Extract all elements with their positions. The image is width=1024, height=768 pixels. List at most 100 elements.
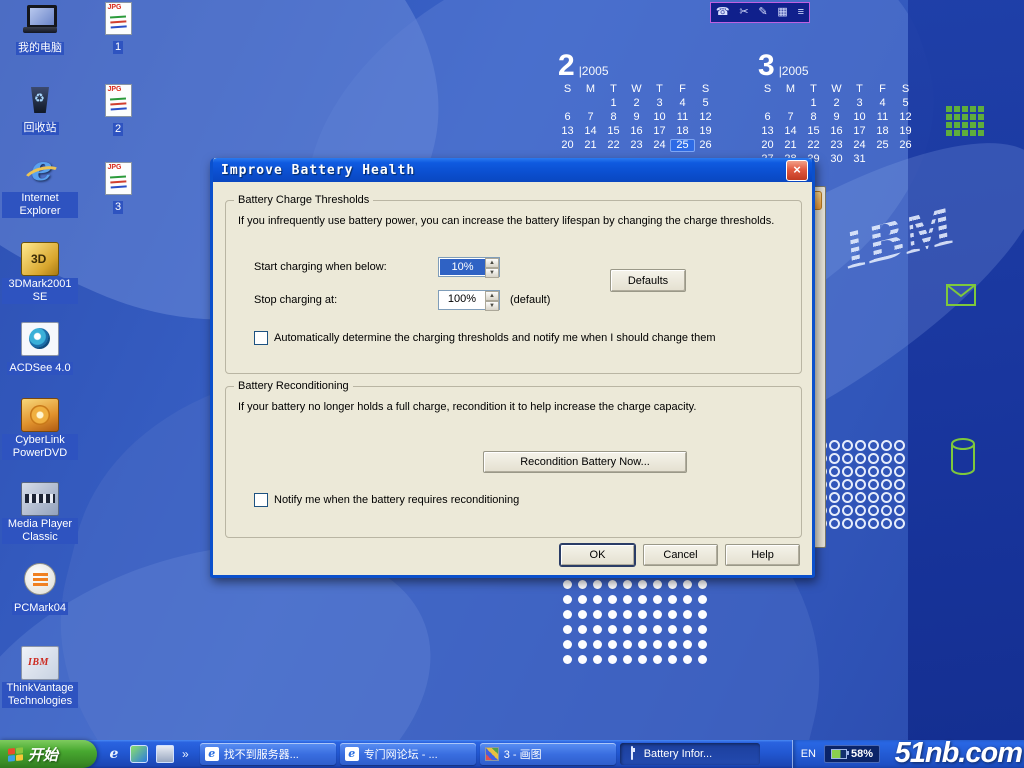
desktop-icon-jpg-3[interactable]: 3 bbox=[80, 162, 156, 215]
group-title: Battery Reconditioning bbox=[234, 380, 353, 393]
spin-down-icon[interactable]: ▼ bbox=[485, 268, 499, 278]
calendar-day: 2 bbox=[825, 98, 848, 109]
keypad-grid-icon bbox=[946, 106, 986, 138]
spinner-buttons: ▲▼ bbox=[485, 258, 499, 276]
calendar-day: 13 bbox=[556, 126, 579, 137]
desktop-icon-pcmark04[interactable]: PCMark04 bbox=[2, 562, 78, 616]
desktop: IBM ☎ ✂ ✎ ▦ ≡ 2|2005SMTWTFS1234567891011… bbox=[0, 0, 1024, 768]
pen-icon[interactable]: ✎ bbox=[758, 4, 767, 21]
capture-toolbar[interactable]: ☎ ✂ ✎ ▦ ≡ bbox=[710, 2, 810, 23]
spin-up-icon[interactable]: ▲ bbox=[485, 258, 499, 268]
calendar-day bbox=[779, 98, 802, 109]
desktop-icon-media-player-classic[interactable]: Media Player Classic bbox=[2, 482, 78, 545]
show-desktop-icon[interactable] bbox=[156, 745, 174, 763]
taskbar-window-label: 3 - 画图 bbox=[504, 746, 542, 762]
calendar-weekday-label: T bbox=[602, 84, 625, 95]
desktop-icon-label: Internet Explorer bbox=[2, 192, 78, 218]
calendar-day: 11 bbox=[871, 112, 894, 123]
thresholds-description: If you infrequently use battery power, y… bbox=[238, 215, 790, 227]
language-indicator[interactable]: EN bbox=[801, 748, 816, 760]
stop-charging-label: Stop charging at: bbox=[254, 294, 337, 306]
calendar-february-2005: 2|2005SMTWTFS123456789101112131415161718… bbox=[556, 52, 726, 151]
calendar-day: 21 bbox=[779, 140, 802, 151]
calendar-day bbox=[894, 154, 917, 165]
paint-icon bbox=[485, 747, 499, 761]
desktop-icon-jpg-2[interactable]: 2 bbox=[80, 84, 156, 137]
close-button[interactable]: × bbox=[786, 160, 808, 181]
calendar-day: 24 bbox=[848, 140, 871, 151]
dialog-titlebar[interactable]: Improve Battery Health × bbox=[213, 158, 812, 182]
desktop-icon-thinkvantage[interactable]: ThinkVantage Technologies bbox=[2, 646, 78, 709]
desktop-icon-3dmark2001[interactable]: 3DMark2001 SE bbox=[2, 242, 78, 305]
calendar-day: 16 bbox=[625, 126, 648, 137]
jpg-thumbnail-scribble bbox=[109, 175, 125, 178]
calendar-day: 6 bbox=[756, 112, 779, 123]
grid-icon[interactable]: ▦ bbox=[777, 4, 787, 21]
battery-reconditioning-group: Battery Reconditioning If your battery n… bbox=[225, 386, 802, 538]
calendar-day: 26 bbox=[894, 140, 917, 151]
calendar-weekday-label: S bbox=[694, 84, 717, 95]
notify-reconditioning-checkbox[interactable] bbox=[254, 493, 268, 507]
quick-launch: e » bbox=[97, 740, 198, 768]
recondition-battery-button[interactable]: Recondition Battery Now... bbox=[483, 451, 687, 473]
calendar-day: 22 bbox=[802, 140, 825, 151]
notify-reconditioning-checkbox-label: Notify me when the battery requires reco… bbox=[274, 494, 519, 506]
improve-battery-health-dialog: Improve Battery Health × Battery Charge … bbox=[210, 158, 815, 578]
taskbar-window-battery-information[interactable]: Battery Infor... bbox=[620, 743, 760, 765]
calendar-month-number: 3 bbox=[758, 52, 775, 80]
phone-icon[interactable]: ☎ bbox=[716, 4, 730, 21]
calendar-march-2005: 3|2005SMTWTFS123456789101112131415161718… bbox=[756, 52, 926, 165]
stop-threshold-value[interactable]: 100% bbox=[439, 291, 485, 309]
desktop-icon-powerdvd[interactable]: CyberLink PowerDVD bbox=[2, 398, 78, 461]
calendar-day: 12 bbox=[894, 112, 917, 123]
desktop-icon-label: CyberLink PowerDVD bbox=[2, 434, 78, 460]
start-button[interactable]: 开始 bbox=[0, 740, 97, 768]
media-player-quicklaunch-icon[interactable] bbox=[130, 745, 148, 763]
scissors-icon[interactable]: ✂ bbox=[739, 4, 748, 21]
calendar-day: 23 bbox=[625, 140, 648, 151]
calendar-day: 9 bbox=[625, 112, 648, 123]
calendar-day: 12 bbox=[694, 112, 717, 123]
taskbar-window-forum[interactable]: e 专门网论坛 - ... bbox=[340, 743, 476, 765]
start-threshold-value[interactable]: 10% bbox=[440, 259, 485, 275]
chevron-right-icon[interactable]: » bbox=[182, 747, 189, 761]
start-charging-label: Start charging when below: bbox=[254, 261, 387, 273]
stop-threshold-spinner[interactable]: 100% ▲▼ bbox=[438, 290, 500, 310]
battery-tray-badge[interactable]: 58% bbox=[824, 745, 880, 763]
spin-up-icon[interactable]: ▲ bbox=[485, 291, 499, 301]
calendar-day: 23 bbox=[825, 140, 848, 151]
desktop-icon-label: Media Player Classic bbox=[2, 518, 78, 544]
desktop-icon-internet-explorer[interactable]: Internet Explorer bbox=[2, 158, 78, 219]
jpg-file-icon bbox=[105, 84, 132, 117]
my-computer-icon bbox=[22, 4, 58, 36]
help-button[interactable]: Help bbox=[725, 544, 800, 566]
start-threshold-spinner[interactable]: 10% ▲▼ bbox=[438, 257, 500, 277]
taskbar-window-server-not-found[interactable]: e 找不到服务器... bbox=[200, 743, 336, 765]
auto-determine-checkbox-label: Automatically determine the charging thr… bbox=[274, 332, 715, 344]
calendar-weekday-label: M bbox=[779, 84, 802, 95]
cancel-button[interactable]: Cancel bbox=[643, 544, 718, 566]
calendar-day: 8 bbox=[802, 112, 825, 123]
ie-quicklaunch-icon[interactable]: e bbox=[106, 746, 122, 762]
calendar-weekday-label: F bbox=[671, 84, 694, 95]
ok-button[interactable]: OK bbox=[560, 544, 635, 566]
taskbar-window-label: 专门网论坛 - ... bbox=[364, 746, 438, 762]
media-player-classic-icon bbox=[21, 482, 59, 516]
desktop-icon-recycle-bin[interactable]: 回收站 bbox=[2, 84, 78, 136]
taskbar-window-paint[interactable]: 3 - 画图 bbox=[480, 743, 616, 765]
desktop-icon-label: ACDSee 4.0 bbox=[7, 362, 72, 375]
recycle-bin-icon bbox=[22, 84, 58, 116]
desktop-icon-jpg-1[interactable]: 1 bbox=[80, 2, 156, 55]
calendar-day: 19 bbox=[894, 126, 917, 137]
calendar-day: 4 bbox=[871, 98, 894, 109]
calendar-day: 17 bbox=[848, 126, 871, 137]
taskbar: 开始 e » e 找不到服务器... e 专门网论坛 - ... 3 - 画图 … bbox=[0, 740, 1024, 768]
calendar-day: 25 bbox=[671, 140, 694, 151]
desktop-icon-my-computer[interactable]: 我的电脑 bbox=[2, 4, 78, 56]
desktop-icon-acdsee[interactable]: ACDSee 4.0 bbox=[2, 322, 78, 376]
menu-icon[interactable]: ≡ bbox=[798, 4, 804, 21]
calendar-month-header: 3|2005 bbox=[758, 52, 926, 80]
spin-down-icon[interactable]: ▼ bbox=[485, 301, 499, 311]
auto-determine-checkbox[interactable] bbox=[254, 331, 268, 345]
defaults-button[interactable]: Defaults bbox=[610, 269, 686, 292]
